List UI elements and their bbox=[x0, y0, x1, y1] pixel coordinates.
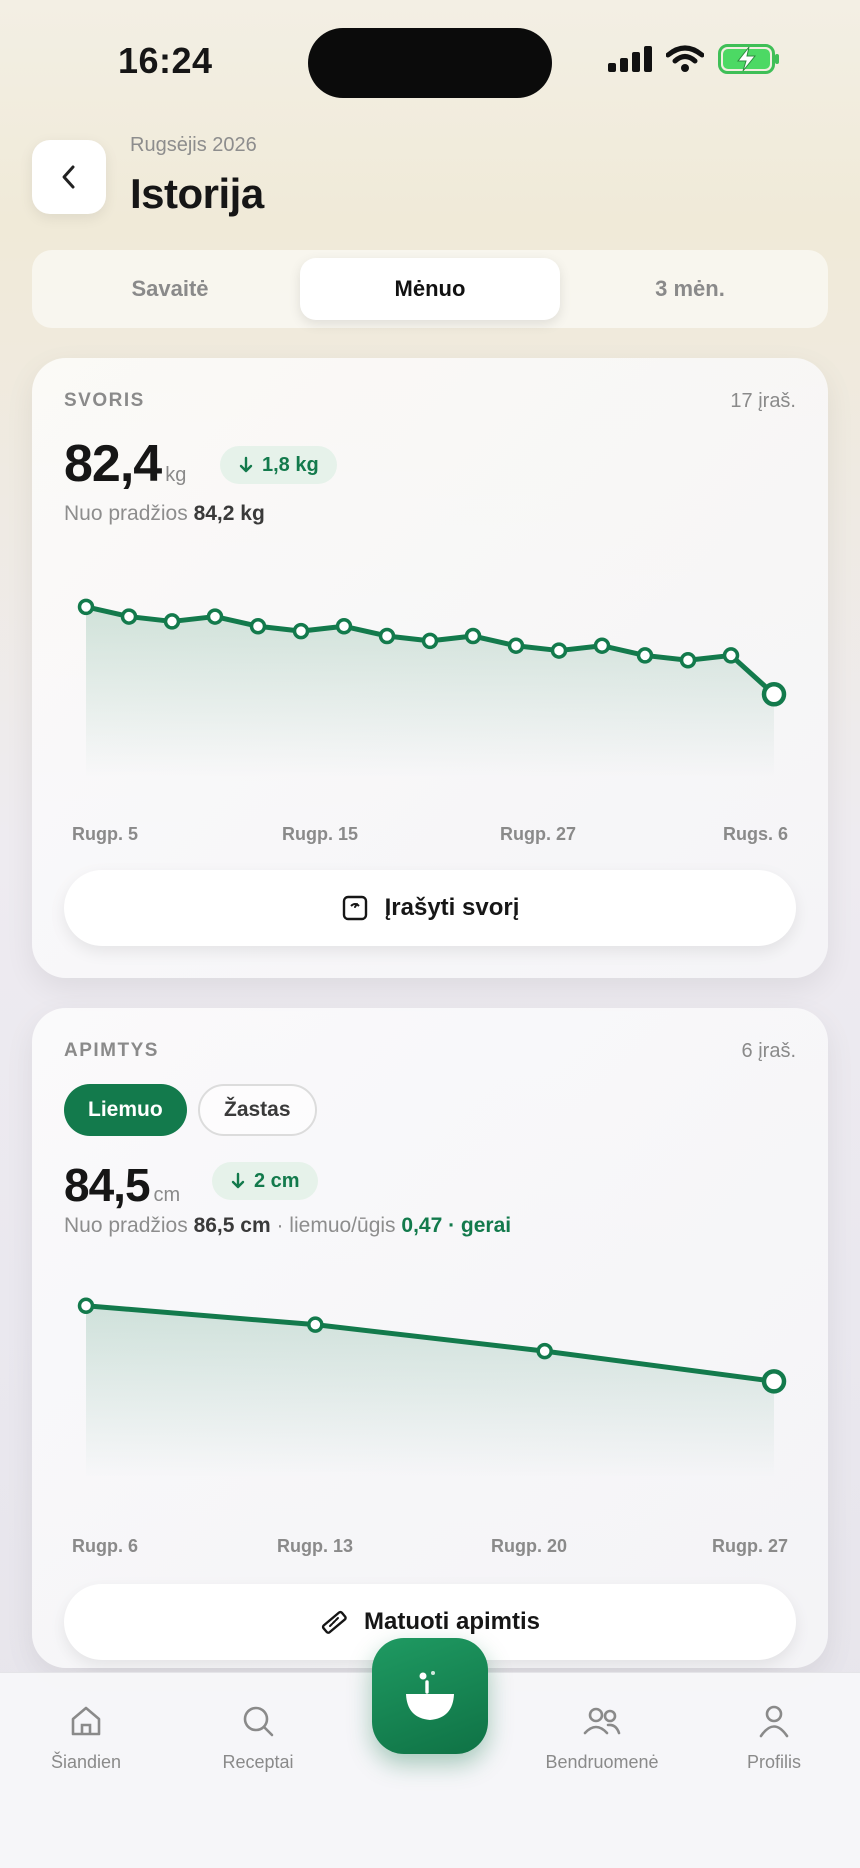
weight-x-label: Rugp. 15 bbox=[282, 824, 359, 844]
tab-community[interactable]: Bendruomenė bbox=[532, 1703, 672, 1773]
period-segmented-control: Savaitė Mėnuo 3 mėn. bbox=[32, 250, 828, 328]
weight-chart-point bbox=[636, 647, 654, 664]
girth-chart-point bbox=[77, 1297, 95, 1315]
people-icon bbox=[583, 1707, 621, 1735]
girth-delta-badge: 2 cm bbox=[212, 1162, 318, 1200]
tab-today-label: Šiandien bbox=[50, 1752, 122, 1772]
girth-card: APIMTYS 6 įraš. Liemuo Žastas 84,5 cm 2 c… bbox=[32, 1008, 828, 1668]
girth-chart-point bbox=[536, 1342, 553, 1360]
weight-unit: kg bbox=[165, 464, 187, 486]
scale-icon bbox=[342, 895, 367, 921]
home-icon bbox=[71, 1706, 101, 1736]
page-header: Rugsėjis 2026 Istorija bbox=[0, 130, 860, 230]
weight-chart-point bbox=[550, 642, 568, 659]
measure-girth-label: Matuoti apimtis bbox=[363, 1608, 540, 1635]
status-bar: 16:24 bbox=[0, 0, 860, 120]
weight-chart-point bbox=[206, 608, 224, 625]
segment-month[interactable]: Mėnuo bbox=[300, 258, 560, 320]
back-button[interactable] bbox=[32, 140, 106, 214]
tab-recipes[interactable]: Receptai bbox=[188, 1703, 328, 1773]
girth-chart-area bbox=[86, 1305, 774, 1478]
status-icons bbox=[608, 44, 780, 74]
weight-delta-text: 1,8 kg bbox=[262, 453, 319, 476]
weight-chart-point bbox=[507, 637, 525, 654]
page-subtitle: Rugsėjis 2026 bbox=[130, 134, 257, 156]
tab-profile[interactable]: Profilis bbox=[704, 1703, 844, 1773]
weight-value: 82,4 kg bbox=[64, 434, 186, 494]
girth-x-label: Rugp. 20 bbox=[491, 1536, 568, 1556]
search-icon bbox=[243, 1706, 274, 1737]
girth-chart-point bbox=[761, 1369, 787, 1394]
weight-since-value: 84,2 kg bbox=[193, 502, 265, 525]
weight-x-label: Rugs. 6 bbox=[722, 824, 788, 844]
girth-since-value: 86,5 cm bbox=[193, 1214, 271, 1237]
cellular-signal-icon bbox=[608, 46, 652, 72]
dynamic-island bbox=[308, 28, 552, 98]
tab-today[interactable]: Šiandien bbox=[16, 1703, 156, 1773]
weight-line-chart bbox=[77, 598, 787, 778]
weight-chart-point bbox=[679, 652, 697, 669]
girth-chart-point bbox=[307, 1316, 324, 1333]
girth-line-chart bbox=[77, 1297, 787, 1478]
log-weight-label: Įrašyti svorį bbox=[384, 894, 520, 921]
weight-x-label: Rugp. 27 bbox=[500, 824, 577, 844]
weight-value-number: 82,4 bbox=[64, 435, 162, 493]
weight-since-start: Nuo pradžios 84,2 kg bbox=[64, 502, 265, 526]
girth-ratio-value: 0,47 · gerai bbox=[401, 1214, 512, 1237]
weight-card-label: SVORIS bbox=[64, 390, 145, 411]
weight-chart-point bbox=[378, 627, 396, 645]
ruler-icon bbox=[321, 1610, 347, 1634]
girth-delta-text: 2 cm bbox=[254, 1169, 300, 1192]
girth-since-start: Nuo pradžios 86,5 cm · liemuo/ūgis 0,47 … bbox=[64, 1214, 511, 1238]
girth-x-label: Rugp. 27 bbox=[711, 1536, 788, 1556]
arrow-down-icon bbox=[231, 1172, 245, 1189]
girth-since-prefix: Nuo pradžios bbox=[64, 1214, 188, 1237]
tab-recipes-label: Receptai bbox=[222, 1752, 294, 1772]
girth-x-label: Rugp. 13 bbox=[277, 1536, 354, 1556]
page-title: Istorija bbox=[130, 170, 264, 217]
chevron-left-icon bbox=[62, 165, 75, 189]
segment-week[interactable]: Savaitė bbox=[40, 258, 300, 320]
weight-chart-point bbox=[335, 618, 353, 635]
status-time: 16:24 bbox=[118, 40, 213, 81]
girth-ratio-label: · liemuo/ūgis bbox=[276, 1214, 396, 1237]
girth-value-number: 84,5 bbox=[64, 1159, 151, 1211]
weight-x-label: Rugp. 5 bbox=[72, 824, 138, 844]
weight-chart-point bbox=[421, 632, 439, 650]
weight-chart-point bbox=[163, 613, 181, 630]
weight-card: SVORIS 17 įraš. 82,4 kg 1,8 kg Nuo pradži… bbox=[32, 358, 828, 978]
tab-profile-label: Profilis bbox=[746, 1752, 801, 1772]
wifi-icon bbox=[666, 45, 704, 72]
weight-chart-area bbox=[86, 606, 774, 778]
weight-since-prefix: Nuo pradžios bbox=[64, 502, 188, 525]
weight-delta-badge: 1,8 kg bbox=[220, 446, 337, 484]
weight-chart-point bbox=[292, 622, 310, 640]
weight-chart-point bbox=[593, 637, 611, 654]
weight-chart-point bbox=[120, 608, 138, 625]
weight-chart-point bbox=[249, 618, 267, 635]
weight-chart-point bbox=[722, 647, 740, 664]
weight-chart-point bbox=[464, 627, 482, 645]
chip-waist[interactable]: Liemuo bbox=[64, 1084, 187, 1136]
profile-icon bbox=[759, 1705, 789, 1738]
log-weight-button[interactable]: Įrašyti svorį bbox=[64, 870, 796, 946]
girth-card-label: APIMTYS bbox=[64, 1040, 159, 1061]
center-add-meal-button[interactable] bbox=[372, 1638, 488, 1754]
bowl-icon bbox=[406, 1671, 454, 1720]
girth-entry-count: 6 įraš. bbox=[741, 1040, 796, 1062]
segment-3-months[interactable]: 3 mėn. bbox=[560, 258, 820, 320]
girth-value: 84,5 cm bbox=[64, 1158, 180, 1212]
weight-entry-count: 17 įraš. bbox=[730, 390, 796, 412]
tab-community-label: Bendruomenė bbox=[545, 1752, 659, 1772]
weight-chart-point bbox=[77, 598, 95, 616]
girth-unit: cm bbox=[153, 1184, 181, 1206]
weight-chart-point bbox=[761, 682, 787, 707]
arrow-down-icon bbox=[239, 456, 253, 473]
chip-upper-arm[interactable]: Žastas bbox=[198, 1084, 317, 1136]
battery-charging-icon bbox=[718, 44, 779, 74]
girth-x-label: Rugp. 6 bbox=[72, 1536, 138, 1556]
